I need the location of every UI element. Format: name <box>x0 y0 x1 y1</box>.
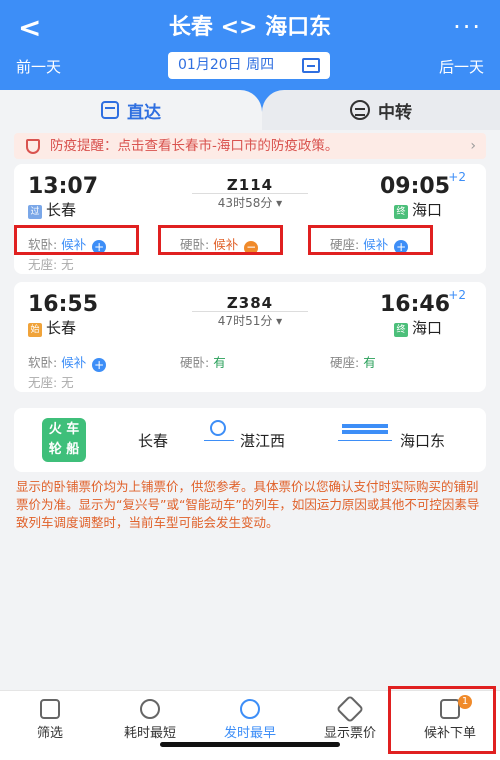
seat-value: 候补 <box>61 355 87 370</box>
train-card[interactable]: 13:07 Z114 43时58分 ▾ 09:05 +2 过长春 终海口 软卧:… <box>14 164 486 274</box>
tab-direct[interactable]: 直达 <box>0 90 262 130</box>
epidemic-notice[interactable]: 防疫提醒：点击查看长春市-海口市的防疫政策。 › <box>14 133 486 159</box>
highlight-box <box>158 225 283 255</box>
nav-row: < 长春 <> 海口东 ··· <box>0 8 500 48</box>
seat-label: 硬座: <box>330 355 360 370</box>
logo-line: 火 车 <box>48 422 80 437</box>
train-card[interactable]: 16:55 Z384 47时51分 ▾ 16:46 +2 始长春 终海口 软卧:… <box>14 282 486 392</box>
route-stop: 长春 <box>138 432 169 450</box>
prev-day-button[interactable]: 前一天 <box>16 56 61 77</box>
date-row: 前一天 01月20日 周四 后一天 <box>0 52 500 80</box>
timer-icon <box>140 699 160 719</box>
seat-hard-seat[interactable]: 硬座: 有 <box>330 352 376 371</box>
tab-transfer-label: 中转 <box>378 102 412 123</box>
arrival-station-name: 海口 <box>411 319 442 337</box>
plus-circle-icon: + <box>92 358 107 372</box>
next-day-button[interactable]: 后一天 <box>439 56 484 77</box>
date-label: 01月20日 周四 <box>178 57 275 73</box>
seat-hard-sleeper[interactable]: 硬卧: 有 <box>180 352 226 371</box>
tab-direct-label: 直达 <box>127 102 161 123</box>
price-tag-icon <box>335 694 365 724</box>
tab-bar: 直达 中转 <box>0 90 500 130</box>
price-disclaimer: 显示的卧铺票价均为上铺票价，供您参考。具体票价以您确认支付时实际购买的铺别票价为… <box>16 479 480 530</box>
seat-value: 有 <box>213 355 226 370</box>
date-picker[interactable]: 01月20日 周四 <box>168 52 330 79</box>
no-seat-info: 无座: 无 <box>28 257 74 272</box>
terminal-station-badge: 终 <box>393 205 408 219</box>
notice-text: 防疫提醒：点击查看长春市-海口市的防疫政策。 <box>50 138 339 154</box>
departure-station-name: 长春 <box>46 201 77 219</box>
seat-label: 硬卧: <box>180 355 210 370</box>
route-stop: 湛江西 <box>240 432 286 450</box>
transfer-icon <box>350 100 370 120</box>
sort-earliest-button[interactable]: 发时最早 <box>200 691 300 747</box>
arrival-time: 16:46 <box>379 292 450 317</box>
logo-line: 轮 船 <box>48 442 80 457</box>
arrival-time: 09:05 <box>379 174 450 199</box>
plus-day-badge: +2 <box>448 170 466 184</box>
filter-label: 筛选 <box>36 726 63 741</box>
chevron-right-icon: › <box>470 138 476 154</box>
no-seat-info: 无座: 无 <box>28 375 74 390</box>
arrival-station-name: 海口 <box>411 201 442 219</box>
home-indicator <box>160 742 340 747</box>
calendar-icon <box>302 58 320 73</box>
filter-button[interactable]: 筛选 <box>0 691 100 747</box>
shield-icon <box>26 139 40 154</box>
origin-station-badge: 始 <box>28 323 42 337</box>
highlight-box <box>14 225 139 255</box>
departure-station: 过长春 <box>28 199 76 220</box>
sort-earliest-label: 发时最早 <box>223 726 276 741</box>
terminal-station-badge: 终 <box>393 323 408 337</box>
seat-label: 软卧: <box>28 355 58 370</box>
sort-shortest-button[interactable]: 耗时最短 <box>100 691 200 747</box>
highlight-box <box>308 225 433 255</box>
highlight-box <box>388 686 496 754</box>
route-line <box>338 440 392 441</box>
seat-soft-sleeper[interactable]: 软卧: 候补 + <box>28 352 107 372</box>
route-stop: 海口东 <box>400 432 446 450</box>
tab-transfer[interactable]: 中转 <box>262 90 500 130</box>
filter-icon <box>40 699 60 719</box>
train-icon <box>210 420 226 436</box>
clock-icon <box>240 699 260 719</box>
sort-shortest-label: 耗时最短 <box>123 726 176 741</box>
seat-value: 有 <box>363 355 376 370</box>
train-icon <box>101 101 119 119</box>
pass-station-badge: 过 <box>28 205 42 219</box>
more-icon[interactable]: ··· <box>453 12 482 42</box>
route-line <box>204 440 234 441</box>
arrival-station: 终海口 <box>393 317 442 338</box>
train-ship-logo: 火 车 轮 船 <box>42 418 86 462</box>
arrival-station: 终海口 <box>393 199 442 220</box>
show-price-label: 显示票价 <box>323 726 376 741</box>
departure-station-name: 长春 <box>46 319 77 337</box>
page-title: 长春 <> 海口东 <box>168 15 332 40</box>
show-price-button[interactable]: 显示票价 <box>300 691 400 747</box>
plus-day-badge: +2 <box>448 288 466 302</box>
multimodal-route-card[interactable]: 火 车 轮 船 长春 湛江西 海口东 <box>14 408 486 472</box>
ferry-icon <box>342 424 388 434</box>
departure-station: 始长春 <box>28 317 76 338</box>
